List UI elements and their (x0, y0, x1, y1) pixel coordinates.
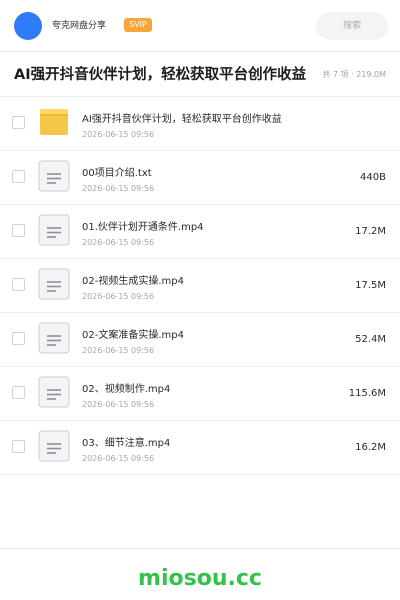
user-name[interactable]: 夸克网盘分享 (52, 20, 106, 32)
file-name: 01.伙伴计划开通条件.mp4 (82, 222, 204, 233)
file-size: 115.6M (348, 388, 386, 399)
file-row[interactable]: 03、细节注意.mp4 2026-06-15 09:56 16.2M (0, 421, 400, 475)
file-row[interactable]: AI强开抖音伙伴计划，轻松获取平台创作收益 2026-06-15 09:56 (0, 97, 400, 151)
file-name: 03、细节注意.mp4 (82, 438, 171, 449)
document-icon (38, 430, 70, 462)
file-list: AI强开抖音伙伴计划，轻松获取平台创作收益 2026-06-15 09:56 00项… (0, 97, 400, 475)
share-title-bar: AI强开抖音伙伴计划，轻松获取平台创作收益 共 7 项 · 219.0M (0, 53, 400, 97)
file-date: 2026-06-15 09:56 (82, 238, 155, 247)
file-date: 2026-06-15 09:56 (82, 292, 155, 301)
document-icon (38, 268, 70, 300)
file-row[interactable]: 02、视频制作.mp4 2026-06-15 09:56 115.6M (0, 367, 400, 421)
document-icon (38, 322, 70, 354)
file-size: 17.5M (355, 280, 386, 291)
file-size: 440B (360, 172, 386, 183)
select-checkbox[interactable] (12, 170, 25, 183)
page-title: AI强开抖音伙伴计划，轻松获取平台创作收益 (14, 67, 307, 83)
search-input[interactable]: 搜索 (316, 12, 388, 40)
footer: miosou.cc (0, 548, 400, 600)
share-meta: 共 7 项 · 219.0M (322, 70, 386, 79)
select-checkbox[interactable] (12, 386, 25, 399)
document-icon (38, 214, 70, 246)
document-icon (38, 376, 70, 408)
file-size: 16.2M (355, 442, 386, 453)
file-size: 17.2M (355, 226, 386, 237)
file-date: 2026-06-15 09:56 (82, 130, 155, 139)
brand-watermark: miosou.cc (138, 566, 262, 591)
file-size: 52.4M (355, 334, 386, 345)
file-date: 2026-06-15 09:56 (82, 400, 155, 409)
file-name: 02-文案准备实操.mp4 (82, 330, 184, 341)
top-bar: 夸克网盘分享 SVIP 搜索 (0, 0, 400, 52)
file-row[interactable]: 02-文案准备实操.mp4 2026-06-15 09:56 52.4M (0, 313, 400, 367)
file-name: 00项目介绍.txt (82, 168, 152, 179)
select-checkbox[interactable] (12, 440, 25, 453)
select-checkbox[interactable] (12, 116, 25, 129)
file-name: AI强开抖音伙伴计划，轻松获取平台创作收益 (82, 114, 282, 125)
file-name: 02、视频制作.mp4 (82, 384, 171, 395)
file-date: 2026-06-15 09:56 (82, 454, 155, 463)
select-checkbox[interactable] (12, 224, 25, 237)
document-icon (38, 160, 70, 192)
file-date: 2026-06-15 09:56 (82, 184, 155, 193)
select-checkbox[interactable] (12, 278, 25, 291)
select-checkbox[interactable] (12, 332, 25, 345)
avatar[interactable] (14, 12, 42, 40)
svip-badge: SVIP (124, 18, 152, 32)
folder-icon (38, 106, 70, 138)
file-row[interactable]: 02-视频生成实操.mp4 2026-06-15 09:56 17.5M (0, 259, 400, 313)
file-row[interactable]: 00项目介绍.txt 2026-06-15 09:56 440B (0, 151, 400, 205)
file-date: 2026-06-15 09:56 (82, 346, 155, 355)
file-row[interactable]: 01.伙伴计划开通条件.mp4 2026-06-15 09:56 17.2M (0, 205, 400, 259)
file-name: 02-视频生成实操.mp4 (82, 276, 184, 287)
